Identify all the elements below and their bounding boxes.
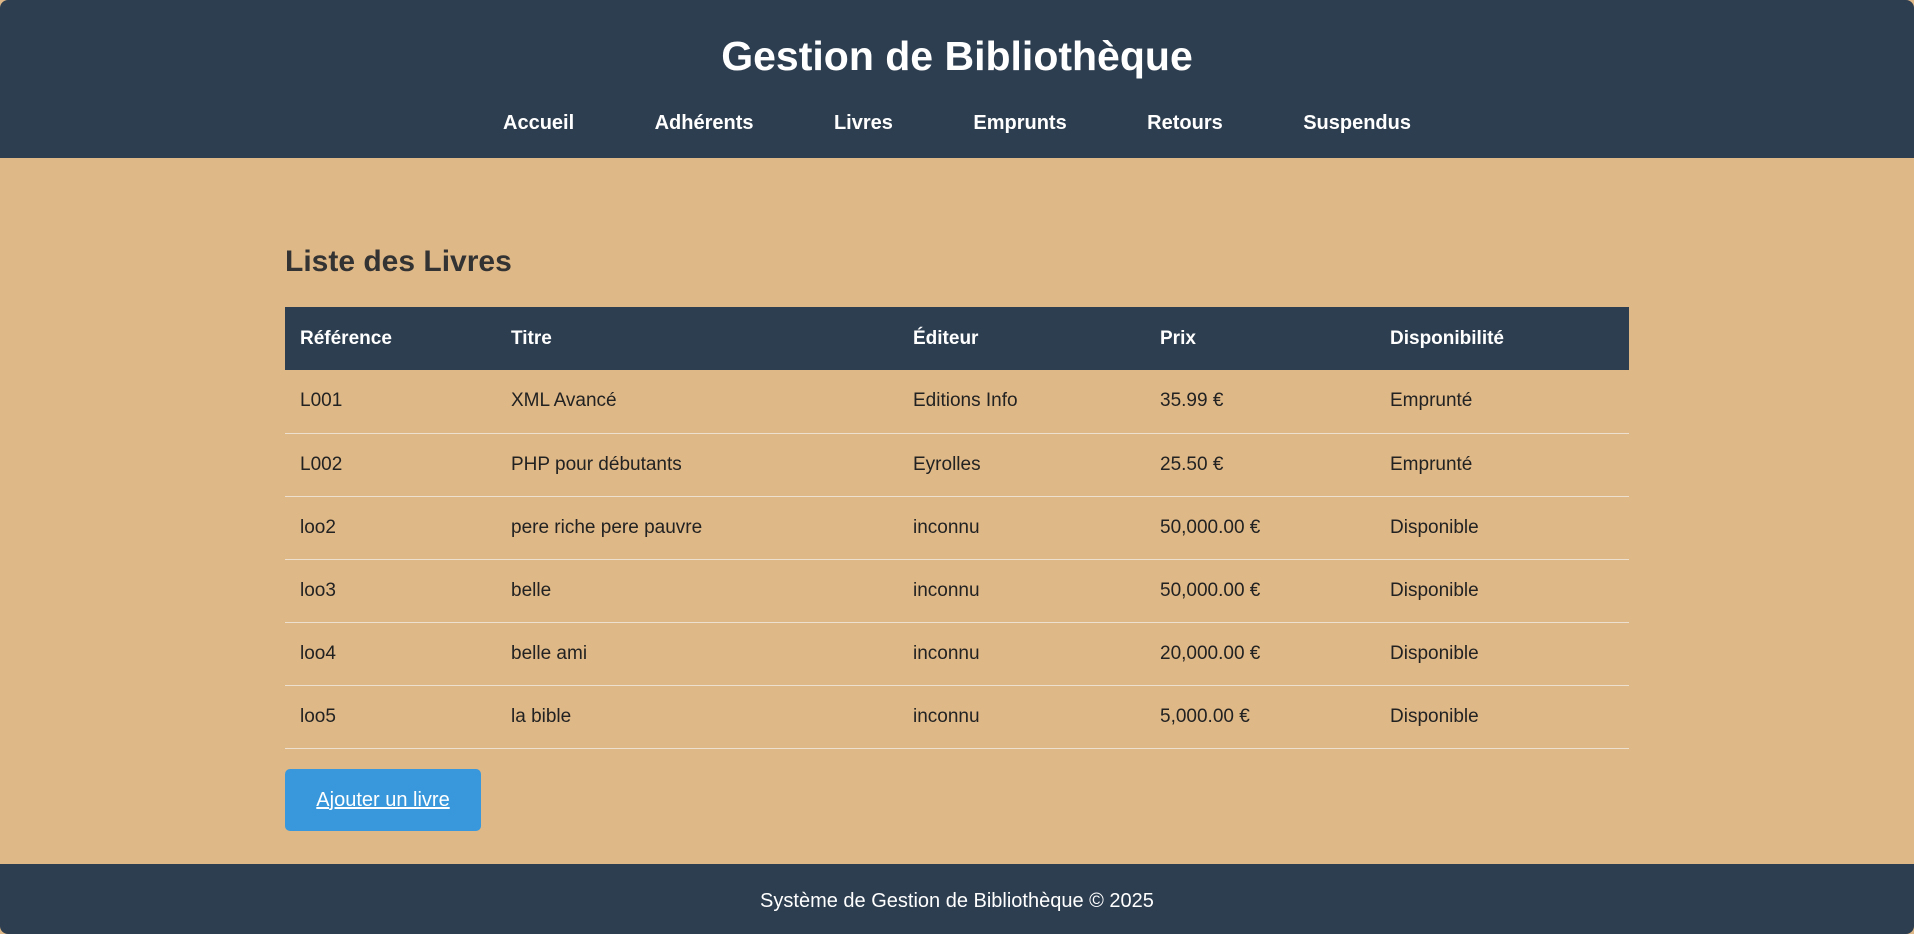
cell-reference: loo2 [300,516,336,538]
cell-disponibilite: Disponible [1390,642,1479,664]
cell-prix: 50,000.00 € [1160,579,1261,601]
column-header-reference: Référence [300,327,392,349]
table-row: L002 PHP pour débutants Eyrolles 25.50 €… [285,433,1629,496]
column-header-titre: Titre [511,327,552,349]
table-header-row: Référence Titre Éditeur Prix Disponibili… [285,307,1629,370]
cell-titre: PHP pour débutants [511,453,682,475]
cell-prix: 35.99 € [1160,390,1224,412]
cell-titre: pere riche pere pauvre [511,516,703,538]
cell-reference: loo3 [300,579,336,601]
cell-reference: loo4 [300,642,336,664]
nav-link-retours[interactable]: Retours [1147,108,1223,138]
cell-disponibilite: Emprunté [1390,390,1473,412]
cell-prix: 5,000.00 € [1160,705,1250,727]
nav-link-emprunts[interactable]: Emprunts [973,108,1066,138]
cell-disponibilite: Emprunté [1390,453,1473,475]
column-header-editeur: Éditeur [913,327,979,349]
main-nav: Accueil Adhérents Livres Emprunts Retour… [0,108,1914,138]
table-row: loo4 belle ami inconnu 20,000.00 € Dispo… [285,622,1629,685]
add-book-button[interactable]: Ajouter un livre [285,769,481,831]
cell-editeur: inconnu [913,705,980,727]
column-header-prix: Prix [1160,327,1196,349]
table-body: L001 XML Avancé Editions Info 35.99 € Em… [285,370,1629,748]
cell-titre: XML Avancé [511,390,617,412]
cell-titre: belle ami [511,642,588,664]
site-title: Gestion de Bibliothèque [721,33,1193,79]
table-header: Référence Titre Éditeur Prix Disponibili… [285,307,1629,370]
nav-link-accueil[interactable]: Accueil [503,108,574,138]
books-table: Référence Titre Éditeur Prix Disponibili… [285,307,1629,749]
nav-link-suspendus[interactable]: Suspendus [1303,108,1411,138]
cell-prix: 20,000.00 € [1160,642,1261,664]
page-title: Liste des Livres [285,245,512,278]
site-header: Gestion de Bibliothèque Accueil Adhérent… [0,0,1914,158]
app-window: Gestion de Bibliothèque Accueil Adhérent… [0,0,1914,934]
cell-reference: loo5 [300,705,336,727]
cell-prix: 25.50 € [1160,453,1224,475]
cell-editeur: Eyrolles [913,453,981,475]
table-row: loo2 pere riche pere pauvre inconnu 50,0… [285,496,1629,559]
cell-reference: L001 [300,390,343,412]
cell-editeur: Editions Info [913,390,1018,412]
cell-disponibilite: Disponible [1390,516,1479,538]
nav-link-livres[interactable]: Livres [834,108,893,138]
cell-editeur: inconnu [913,516,980,538]
table-row: loo5 la bible inconnu 5,000.00 € Disponi… [285,685,1629,748]
cell-titre: la bible [511,705,572,727]
cell-editeur: inconnu [913,642,980,664]
footer-text: Système de Gestion de Bibliothèque © 202… [760,890,1154,912]
cell-reference: L002 [300,453,343,475]
site-footer: Système de Gestion de Bibliothèque © 202… [0,864,1914,934]
column-header-disponibilite: Disponibilité [1390,327,1504,349]
cell-prix: 50,000.00 € [1160,516,1261,538]
cell-disponibilite: Disponible [1390,705,1479,727]
table-row: L001 XML Avancé Editions Info 35.99 € Em… [285,370,1629,433]
cell-editeur: inconnu [913,579,980,601]
cell-disponibilite: Disponible [1390,579,1479,601]
cell-titre: belle [511,579,552,601]
nav-link-adherents[interactable]: Adhérents [655,108,754,138]
table-row: loo3 belle inconnu 50,000.00 € Disponibl… [285,559,1629,622]
